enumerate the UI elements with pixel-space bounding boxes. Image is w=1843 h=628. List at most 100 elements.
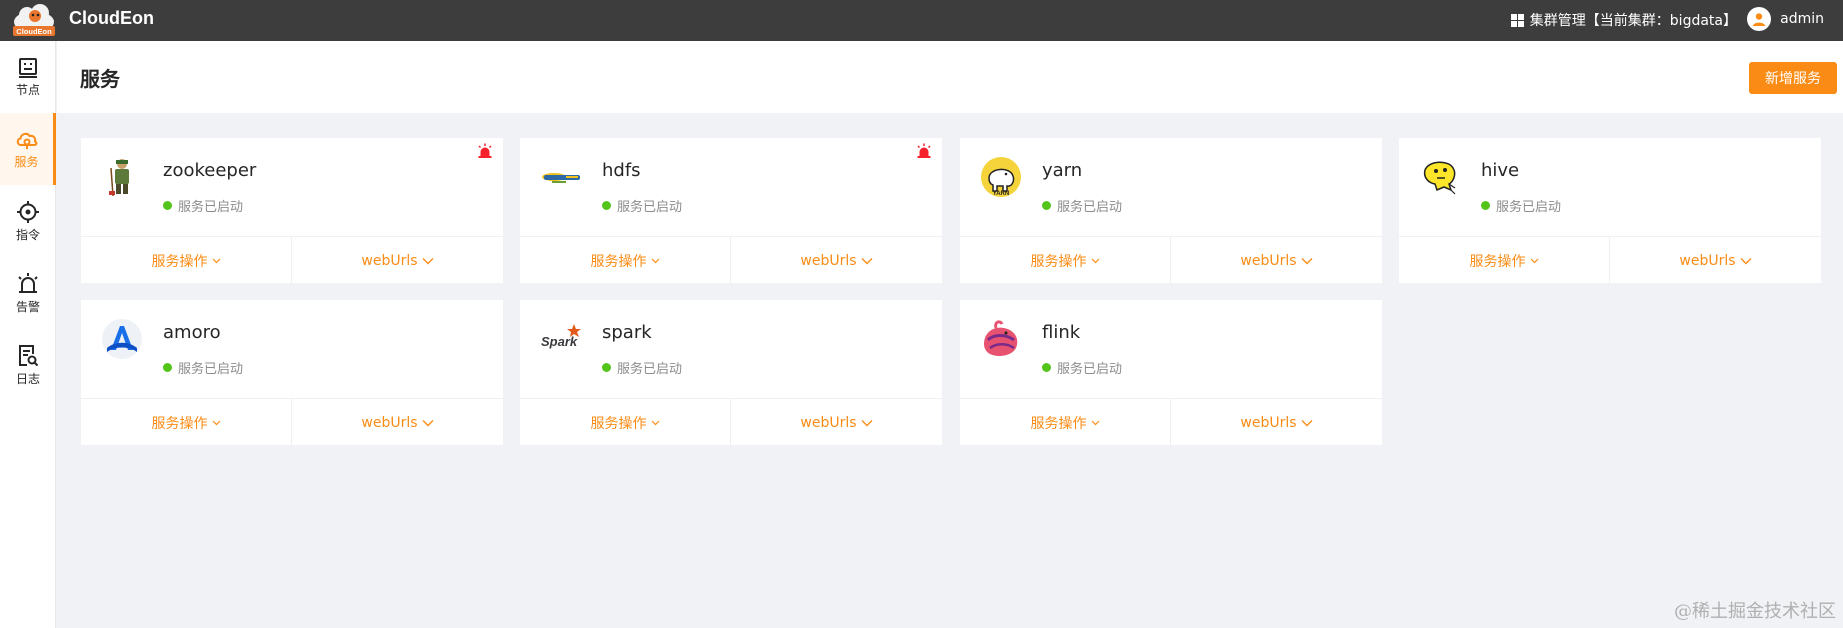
service-name: flink xyxy=(1042,322,1081,343)
chevron-down-icon xyxy=(1091,420,1099,426)
sidebar-item-label: 节点 xyxy=(15,82,40,97)
amoro-logo-icon xyxy=(102,319,142,359)
status-ok-dot xyxy=(163,363,172,372)
cloudeon-logo[interactable]: CloudEon xyxy=(10,2,58,37)
service-operations-dropdown[interactable]: 服务操作 xyxy=(520,399,731,446)
alarm-icon xyxy=(18,272,38,293)
status-ok-dot xyxy=(602,201,611,210)
user-name: admin xyxy=(1780,11,1824,27)
zookeeper-logo-icon xyxy=(109,159,129,197)
status-ok-dot xyxy=(163,201,172,210)
web-urls-dropdown[interactable]: webUrls xyxy=(1171,237,1382,284)
top-bar: CloudEon CloudEon 集群管理【当前集群：bigdata】 adm… xyxy=(0,0,1843,41)
user-menu[interactable]: admin xyxy=(1747,7,1824,31)
service-operations-label: 服务操作 xyxy=(590,253,647,270)
alarm-icon[interactable] xyxy=(477,143,493,159)
service-card-hive: hive 服务已启动 服务操作 webUrls xyxy=(1399,138,1821,284)
service-card-yarn: YARN yarn 服务已启动 服务操作 webUrls xyxy=(960,138,1382,284)
status-ok-dot xyxy=(1042,201,1051,210)
card-body[interactable]: YARN yarn 服务已启动 xyxy=(960,138,1382,236)
chevron-down-icon xyxy=(422,257,434,264)
sidebar-item-label: 日志 xyxy=(15,371,40,386)
service-status: 服务已启动 xyxy=(1042,358,1122,377)
card-body[interactable]: hdfs 服务已启动 xyxy=(520,138,942,236)
chevron-down-icon xyxy=(1301,257,1313,264)
service-status-text: 服务已启动 xyxy=(617,362,683,377)
web-urls-dropdown[interactable]: webUrls xyxy=(731,237,942,284)
service-card-zookeeper: zookeeper 服务已启动 服务操作 webUrls xyxy=(81,138,503,284)
service-card-spark: Spark spark 服务已启动 服务操作 webUrls xyxy=(520,300,942,446)
card-body[interactable]: amoro 服务已启动 xyxy=(81,300,503,398)
service-status: 服务已启动 xyxy=(163,196,243,215)
chevron-down-icon xyxy=(212,420,220,426)
service-status-text: 服务已启动 xyxy=(1057,362,1123,377)
service-operations-dropdown[interactable]: 服务操作 xyxy=(960,237,1171,284)
sidebar-item-commands[interactable]: 指令 xyxy=(0,185,56,257)
service-status-text: 服务已启动 xyxy=(178,200,244,215)
chevron-down-icon xyxy=(1740,257,1752,264)
cluster-management-link[interactable]: 集群管理【当前集群：bigdata】 xyxy=(1510,10,1737,30)
web-urls-dropdown[interactable]: webUrls xyxy=(731,399,942,446)
web-urls-label: webUrls xyxy=(800,252,857,269)
flink-logo-icon xyxy=(984,320,1018,356)
web-urls-dropdown[interactable]: webUrls xyxy=(292,237,503,284)
sidebar-item-logs[interactable]: 日志 xyxy=(0,329,56,401)
web-urls-dropdown[interactable]: webUrls xyxy=(1171,399,1382,446)
card-actions: 服务操作 webUrls xyxy=(520,398,942,446)
service-operations-dropdown[interactable]: 服务操作 xyxy=(960,399,1171,446)
service-name: amoro xyxy=(163,322,221,343)
chevron-down-icon xyxy=(651,420,659,426)
sidebar-item-nodes[interactable]: 节点 xyxy=(0,41,56,113)
service-operations-label: 服务操作 xyxy=(1469,253,1526,270)
card-body[interactable]: flink 服务已启动 xyxy=(960,300,1382,398)
service-operations-dropdown[interactable]: 服务操作 xyxy=(1399,237,1610,284)
svg-text:YARN: YARN xyxy=(993,191,1009,197)
service-status-text: 服务已启动 xyxy=(178,362,244,377)
card-body[interactable]: Spark spark 服务已启动 xyxy=(520,300,942,398)
card-actions: 服务操作 webUrls xyxy=(520,236,942,284)
chevron-down-icon xyxy=(651,258,659,264)
sidebar-item-label: 告警 xyxy=(15,299,40,314)
card-actions: 服务操作 webUrls xyxy=(1399,236,1821,284)
target-icon xyxy=(17,200,39,223)
status-ok-dot xyxy=(1042,363,1051,372)
spark-logo-icon: Spark xyxy=(541,324,581,349)
sidebar-item-label: 指令 xyxy=(15,227,40,242)
sidebar-item-label: 服务 xyxy=(14,154,39,169)
alarm-icon[interactable] xyxy=(916,143,932,159)
service-status-text: 服务已启动 xyxy=(1057,200,1123,215)
chevron-down-icon xyxy=(1301,419,1313,426)
service-name: hdfs xyxy=(602,160,641,181)
web-urls-dropdown[interactable]: webUrls xyxy=(1610,237,1821,284)
service-status: 服务已启动 xyxy=(163,358,243,377)
service-operations-label: 服务操作 xyxy=(151,253,208,270)
service-operations-dropdown[interactable]: 服务操作 xyxy=(81,399,292,446)
app-title: CloudEon xyxy=(69,8,154,28)
service-operations-label: 服务操作 xyxy=(151,415,208,432)
hive-logo-icon xyxy=(1423,161,1456,195)
service-name: spark xyxy=(602,322,652,343)
web-urls-label: webUrls xyxy=(800,414,857,431)
card-actions: 服务操作 webUrls xyxy=(81,398,503,446)
card-body[interactable]: zookeeper 服务已启动 xyxy=(81,138,503,236)
web-urls-dropdown[interactable]: webUrls xyxy=(292,399,503,446)
chevron-down-icon xyxy=(1091,258,1099,264)
yarn-logo-icon: YARN xyxy=(981,157,1021,197)
sidebar-item-services[interactable]: 服务 xyxy=(0,113,56,185)
service-status: 服务已启动 xyxy=(602,358,682,377)
service-operations-dropdown[interactable]: 服务操作 xyxy=(81,237,292,284)
svg-text:Spark: Spark xyxy=(541,334,578,349)
service-card-amoro: amoro 服务已启动 服务操作 webUrls xyxy=(81,300,503,446)
sidebar-item-alarms[interactable]: 告警 xyxy=(0,257,56,329)
service-operations-dropdown[interactable]: 服务操作 xyxy=(520,237,731,284)
sidebar: 节点 服务 指令 告警 日志 xyxy=(0,41,56,628)
service-status-text: 服务已启动 xyxy=(1496,200,1562,215)
chevron-down-icon xyxy=(1530,258,1538,264)
card-body[interactable]: hive 服务已启动 xyxy=(1399,138,1821,236)
service-status: 服务已启动 xyxy=(1042,196,1122,215)
logo-text: CloudEon xyxy=(16,27,52,36)
service-name: hive xyxy=(1481,160,1520,181)
add-service-button[interactable]: 新增服务 xyxy=(1749,62,1837,94)
status-ok-dot xyxy=(1481,201,1490,210)
service-operations-label: 服务操作 xyxy=(590,415,647,432)
